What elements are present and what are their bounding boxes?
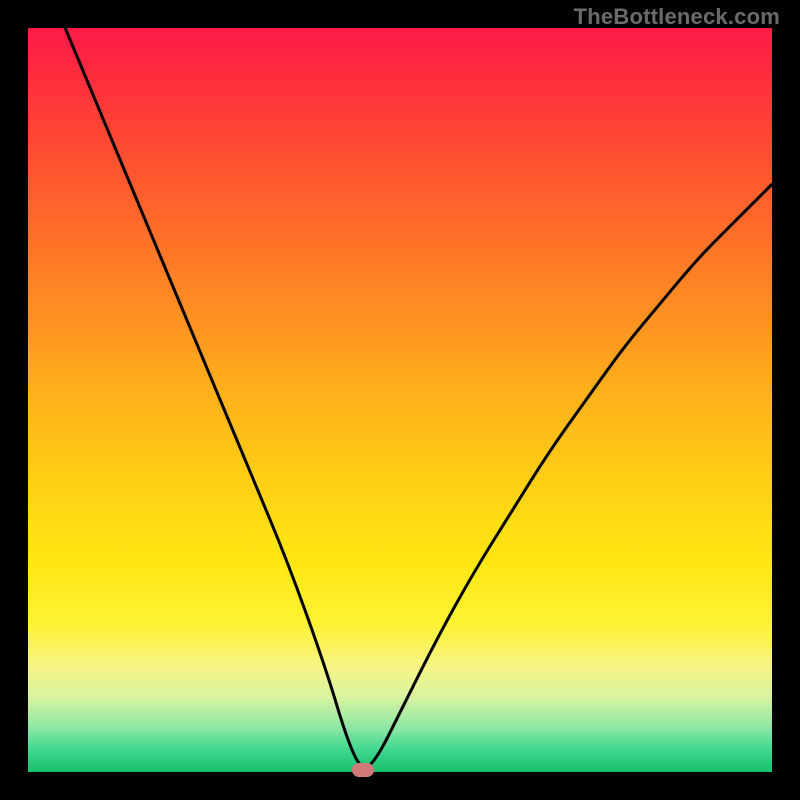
optimal-point-marker xyxy=(352,763,374,777)
watermark-text: TheBottleneck.com xyxy=(574,4,780,30)
chart-frame: TheBottleneck.com xyxy=(0,0,800,800)
bottleneck-curve xyxy=(28,28,772,772)
plot-area xyxy=(28,28,772,772)
